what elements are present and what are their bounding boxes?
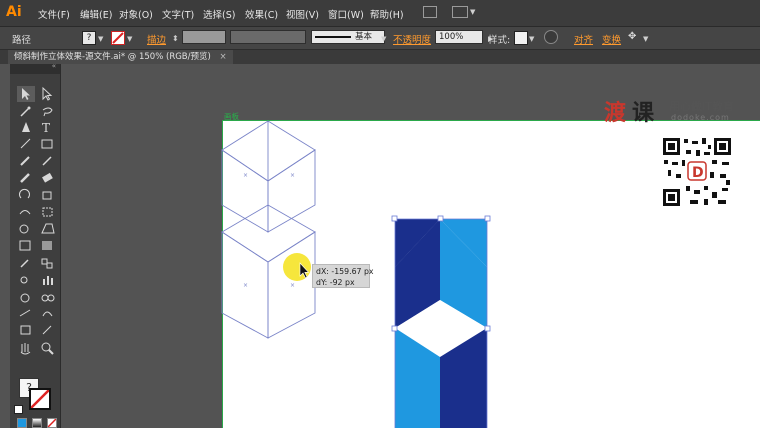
- filled-cube[interactable]: [395, 219, 487, 428]
- svg-text:D: D: [692, 165, 704, 181]
- watermark-logo-a: 渡: [604, 101, 627, 126]
- svg-text:×: ×: [290, 282, 295, 289]
- watermark-logo-b: 课: [632, 101, 655, 126]
- move-offset-tooltip: dX: -159.67 px dY: -92 px: [312, 264, 374, 288]
- artwork-layer: × × × × D: [221, 120, 732, 428]
- qr-code: D: [662, 137, 732, 207]
- outline-cube-preview[interactable]: [221, 120, 316, 339]
- svg-text:×: ×: [243, 172, 248, 179]
- svg-text:×: ×: [243, 282, 248, 289]
- watermark-site: dodoke.com: [671, 113, 730, 122]
- dx-readout: dX: -159.67 px: [316, 267, 374, 276]
- watermark-slogan: 用心做IT教育: [669, 100, 734, 113]
- svg-text:×: ×: [290, 172, 295, 179]
- dy-readout: dY: -92 px: [316, 278, 355, 287]
